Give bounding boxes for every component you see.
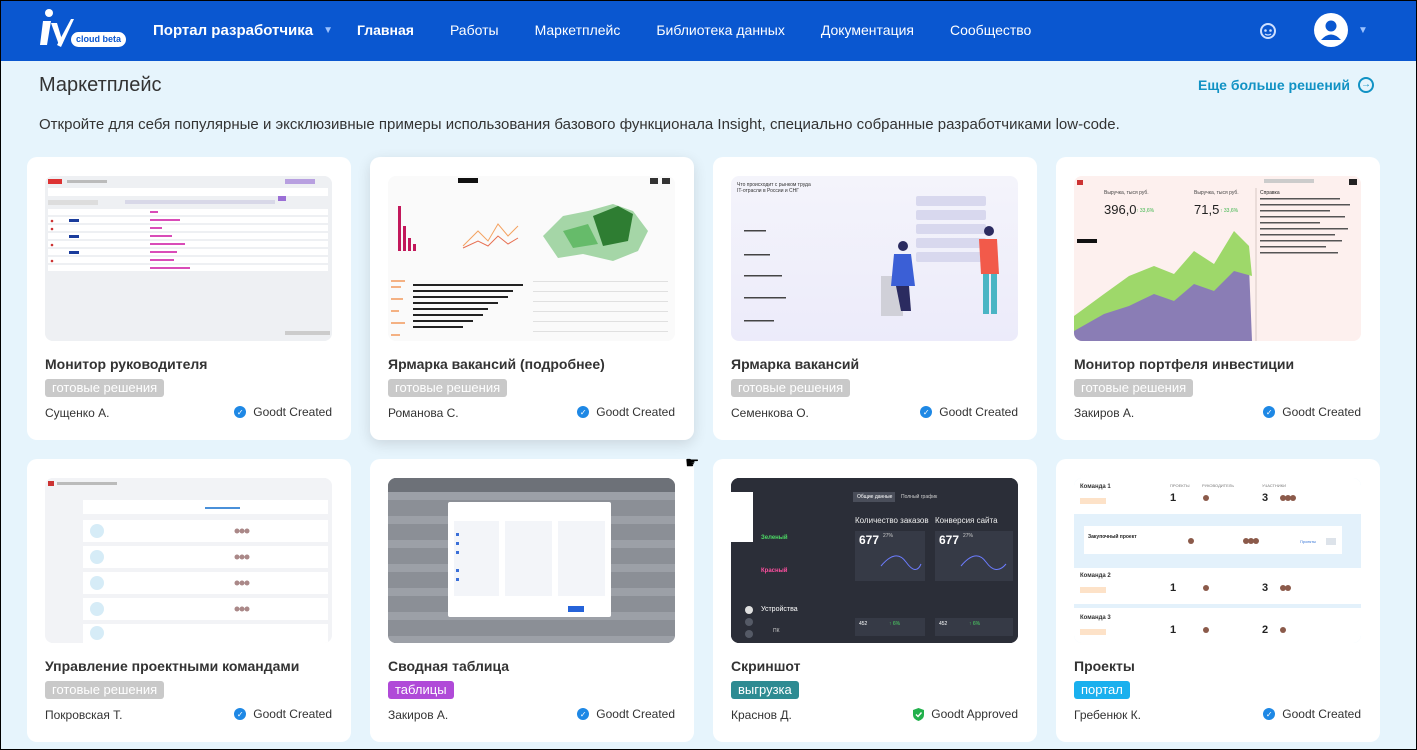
badge-label: Goodt Created [1282, 707, 1361, 721]
solution-card[interactable]: Выручка, тыся руб. 396,0 ↑ 33,6% Выручка… [1056, 157, 1380, 440]
check-circle-icon: ✓ [1263, 406, 1276, 418]
user-icon [1321, 20, 1341, 40]
nav-home[interactable]: Главная [357, 22, 414, 38]
arrow-right-circle-icon: → [1357, 77, 1374, 93]
solution-card[interactable]: Управление проектными командами готовые … [27, 459, 351, 742]
card-title: Проекты [1074, 658, 1135, 674]
card-tag[interactable]: готовые решения [388, 379, 508, 397]
more-solutions-label: Еще больше решений [1198, 77, 1350, 93]
card-thumbnail: Команда 1 ПРОЕКТЫ РУКОВОДИТЕЛЬ УЧАСТНИКИ… [1074, 478, 1361, 643]
page-title: Маркетплейс [39, 74, 162, 96]
card-thumbnail [45, 176, 332, 341]
teams-preview-image [45, 478, 332, 643]
assistant-icon[interactable] [1258, 21, 1278, 41]
projects-preview-image [1074, 478, 1361, 643]
check-circle-icon: ✓ [234, 708, 247, 720]
card-tag[interactable]: готовые решения [1074, 379, 1194, 397]
dashboard-preview-image [388, 176, 675, 341]
main-nav: Главная Работы Маркетплейс Библиотека да… [357, 22, 1067, 38]
badge-label: Goodt Created [253, 405, 332, 419]
verified-badge: ✓ Goodt Created [1263, 707, 1361, 721]
card-tag[interactable]: таблицы [388, 681, 454, 699]
nav-works[interactable]: Работы [450, 22, 499, 38]
card-thumbnail: Что происходит с рынком труда IT-отрасли… [731, 176, 1018, 341]
verified-badge: ✓ Goodt Created [577, 405, 675, 419]
verified-badge: ✓ Goodt Created [234, 707, 332, 721]
user-avatar[interactable] [1314, 13, 1348, 47]
card-thumbnail: Общие данные Полный график Количество за… [731, 478, 1018, 643]
cloud-beta-badge: cloud beta [71, 32, 127, 47]
solution-card[interactable]: Монитор руководителя готовые решения Сущ… [27, 157, 351, 440]
top-navigation-bar: cloud beta Портал разработчика ▼ Главная… [1, 1, 1416, 61]
insight-logo[interactable]: cloud beta [37, 7, 127, 53]
check-circle-icon: ✓ [1263, 708, 1276, 720]
page-subtitle: Откройте для себя популярные и эксклюзив… [39, 116, 1120, 133]
chevron-down-icon: ▼ [323, 25, 334, 36]
solution-card[interactable]: Что происходит с рынком труда IT-отрасли… [713, 157, 1037, 440]
screenshot-preview-image [731, 478, 1018, 643]
badge-label: Goodt Created [596, 707, 675, 721]
chevron-down-icon[interactable]: ▼ [1358, 25, 1368, 36]
portal-selector-label: Портал разработчика [153, 22, 314, 39]
verified-badge: ✓ Goodt Created [577, 707, 675, 721]
card-author: Закиров А. [388, 708, 449, 722]
card-title: Монитор портфеля инвестиции [1074, 356, 1295, 372]
card-thumbnail: Выручка, тыся руб. 396,0 ↑ 33,6% Выручка… [1074, 176, 1361, 341]
badge-label: Goodt Created [596, 405, 675, 419]
card-thumbnail [388, 478, 675, 643]
card-tag[interactable]: портал [1074, 681, 1130, 699]
badge-label: Goodt Created [939, 405, 1018, 419]
card-author: Семенкова О. [731, 406, 809, 420]
card-title: Управление проектными командами [45, 658, 300, 674]
nav-community[interactable]: Сообщество [950, 22, 1031, 38]
card-thumbnail [45, 478, 332, 643]
app-frame: cloud beta Портал разработчика ▼ Главная… [1, 1, 1416, 749]
solution-card[interactable]: Сводная таблица таблицы Закиров А. ✓ Goo… [370, 459, 694, 742]
card-title: Сводная таблица [388, 658, 510, 674]
card-tag[interactable]: готовые решения [45, 379, 165, 397]
solution-card[interactable]: Команда 1 ПРОЕКТЫ РУКОВОДИТЕЛЬ УЧАСТНИКИ… [1056, 459, 1380, 742]
shield-check-icon [913, 707, 925, 721]
badge-label: Goodt Approved [931, 707, 1018, 721]
card-tag[interactable]: готовые решения [45, 681, 165, 699]
dashboard-preview-image [45, 176, 332, 341]
investment-chart-image [1074, 176, 1361, 341]
check-circle-icon: ✓ [577, 708, 590, 720]
verified-badge: ✓ Goodt Created [234, 405, 332, 419]
card-thumbnail [388, 176, 675, 341]
solution-card[interactable]: Общие данные Полный график Количество за… [713, 459, 1037, 742]
verified-badge: ✓ Goodt Created [1263, 405, 1361, 419]
nav-data-library[interactable]: Библиотека данных [656, 22, 785, 38]
card-tag[interactable]: готовые решения [731, 379, 851, 397]
approved-badge: Goodt Approved [913, 707, 1018, 721]
check-circle-icon: ✓ [920, 406, 933, 418]
card-tag[interactable]: выгрузка [731, 681, 799, 699]
more-solutions-link[interactable]: Еще больше решений → [1198, 77, 1374, 93]
badge-label: Goodt Created [253, 707, 332, 721]
verified-badge: ✓ Goodt Created [920, 405, 1018, 419]
solution-card[interactable]: Ярмарка вакансий (подробнее) готовые реш… [370, 157, 694, 440]
people-illustration [744, 196, 999, 322]
card-title: Монитор руководителя [45, 356, 208, 372]
portal-selector[interactable]: Портал разработчика ▼ [153, 22, 333, 39]
card-title: Ярмарка вакансий (подробнее) [388, 356, 605, 372]
hand-cursor-icon: ☛ [685, 455, 700, 472]
card-title: Ярмарка вакансий [731, 356, 860, 372]
badge-label: Goodt Created [1282, 405, 1361, 419]
card-author: Закиров А. [1074, 406, 1135, 420]
nav-documentation[interactable]: Документация [821, 22, 914, 38]
nav-marketplace[interactable]: Маркетплейс [535, 22, 621, 38]
card-author: Краснов Д. [731, 708, 792, 722]
card-author: Романова С. [388, 406, 459, 420]
check-circle-icon: ✓ [577, 406, 590, 418]
card-title: Скриншот [731, 658, 801, 674]
card-author: Сущенко А. [45, 406, 110, 420]
card-author: Гребенюк К. [1074, 708, 1141, 722]
pivot-table-preview-image [388, 478, 675, 643]
card-author: Покровская Т. [45, 708, 123, 722]
check-circle-icon: ✓ [234, 406, 247, 418]
